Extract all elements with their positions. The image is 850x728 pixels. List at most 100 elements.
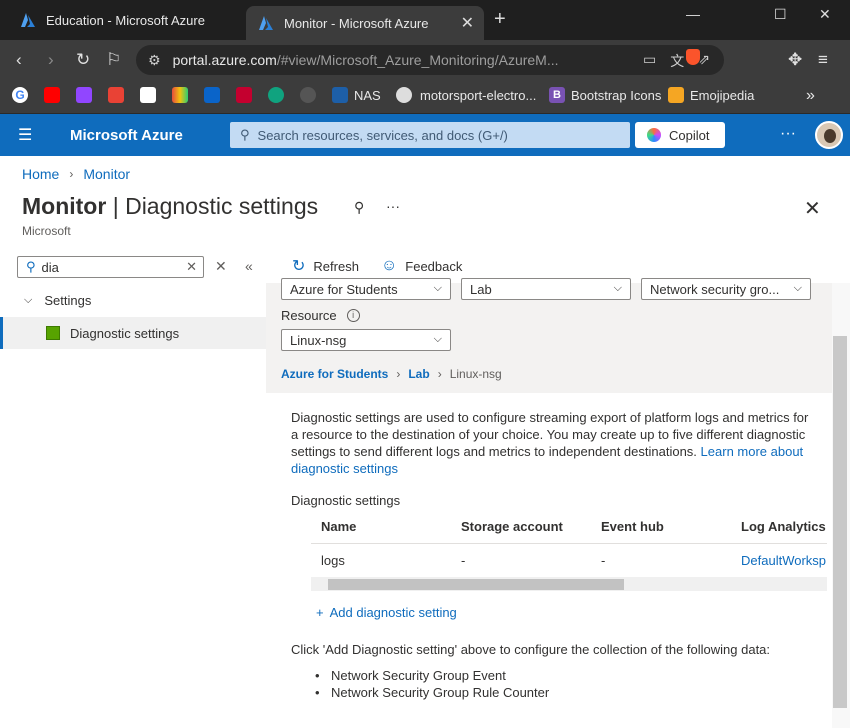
portal-menu-icon[interactable]: ☰ — [18, 125, 32, 145]
search-placeholder: Search resources, services, and docs (G+… — [257, 127, 508, 143]
menu-search-input[interactable]: ⚲ dia ✕ — [17, 256, 204, 278]
chevron-down-icon: ⌵ — [793, 282, 802, 294]
diagnostic-settings-icon — [46, 326, 60, 340]
bootstrap-bookmark[interactable]: B Bootstrap Icons — [549, 87, 661, 103]
dsm-icon — [332, 87, 348, 103]
subscription-dropdown[interactable]: Azure for Students ⌵ — [281, 278, 451, 300]
column-header-name[interactable]: Name — [321, 510, 356, 543]
chevron-down-icon: ⌵ — [24, 294, 33, 306]
breadcrumb-monitor[interactable]: Monitor — [83, 166, 130, 182]
twitch-icon[interactable] — [76, 87, 92, 103]
youtube-icon[interactable] — [44, 87, 60, 103]
github-icon[interactable] — [300, 87, 316, 103]
plus-icon: + — [316, 605, 324, 620]
emojipedia-icon — [668, 87, 684, 103]
menu-icon[interactable]: ≡ — [818, 50, 828, 70]
globe-icon — [396, 87, 412, 103]
global-search-input[interactable]: ⚲ Search resources, services, and docs (… — [230, 122, 630, 148]
chevron-down-icon: ⌵ — [433, 333, 442, 345]
chatgpt-icon[interactable] — [268, 87, 284, 103]
bookmark-red-icon[interactable] — [108, 87, 124, 103]
outlook-icon[interactable] — [204, 87, 220, 103]
clear-search-icon[interactable]: ✕ — [186, 259, 197, 275]
chevron-down-icon: ⌵ — [433, 282, 442, 294]
translate-icon[interactable]: 文 — [670, 51, 684, 71]
copilot-button[interactable]: Copilot — [635, 122, 725, 148]
google-icon[interactable]: G — [12, 87, 28, 103]
nas-bookmark[interactable]: NAS — [332, 87, 381, 103]
breadcrumb-home[interactable]: Home — [22, 166, 59, 182]
path-subscription-link[interactable]: Azure for Students — [281, 367, 388, 381]
back-icon[interactable]: ‹ — [16, 50, 22, 70]
column-header-eventhub[interactable]: Event hub — [601, 510, 664, 543]
close-tab-icon[interactable]: ✕ — [461, 13, 474, 33]
column-header-loganalytics[interactable]: Log Analytics w — [741, 510, 827, 543]
horizontal-scroll-thumb[interactable] — [328, 579, 624, 590]
tab-monitor[interactable]: Monitor - Microsoft Azure ✕ — [246, 6, 484, 40]
resource-group-dropdown[interactable]: Lab ⌵ — [461, 278, 631, 300]
vertical-scroll-thumb[interactable] — [833, 336, 847, 708]
menu-item-diagnostic-settings[interactable]: Diagnostic settings — [0, 317, 266, 349]
collapse-menu-icon[interactable]: « — [245, 258, 253, 274]
column-header-storage[interactable]: Storage account — [461, 510, 563, 543]
bookmark-icon[interactable]: ⚐ — [106, 50, 121, 70]
cast-icon[interactable]: ▭ — [643, 51, 656, 71]
tab-title: Education - Microsoft Azure — [46, 12, 205, 28]
bookmark-multi-icon[interactable] — [172, 87, 188, 103]
emojipedia-bookmark[interactable]: Emojipedia — [668, 87, 754, 103]
refresh-icon: ↻ — [292, 258, 306, 275]
menu-search-value: dia — [41, 259, 59, 275]
resource-path: Azure for Students › Lab › Linux-nsg — [281, 367, 502, 381]
more-options-icon[interactable]: ··· — [386, 198, 400, 214]
refresh-button[interactable]: ↻ Refresh — [292, 256, 359, 276]
motorsport-bookmark[interactable]: motorsport-electro... — [396, 87, 536, 103]
menu-group-settings[interactable]: ⌵ Settings — [24, 293, 91, 308]
azure-top-bar: ☰ Microsoft Azure ⚲ Search resources, se… — [0, 114, 850, 156]
feedback-button[interactable]: ☺ Feedback — [381, 256, 462, 276]
table-row-eventhub: - — [601, 553, 606, 568]
forward-icon[interactable]: › — [48, 50, 54, 70]
minimize-icon[interactable]: — — [686, 6, 700, 22]
add-diagnostic-setting-link[interactable]: + Add diagnostic setting — [316, 605, 457, 620]
close-window-icon[interactable]: ✕ — [819, 6, 831, 23]
browser-tab-strip: Education - Microsoft Azure Monitor - Mi… — [0, 0, 850, 40]
settings-more-icon[interactable]: ··· — [780, 125, 796, 143]
reload-icon[interactable]: ↻ — [76, 50, 90, 70]
page-title: Monitor | Diagnostic settings — [22, 193, 319, 219]
site-info-icon[interactable]: ⚙ — [148, 52, 161, 69]
breadcrumb: Home › Monitor — [22, 166, 130, 182]
azure-logo-icon — [21, 13, 35, 27]
table-row-name: logs — [321, 553, 345, 568]
list-item: Network Security Group Rule Counter — [315, 684, 549, 701]
description-text: Diagnostic settings are used to configur… — [291, 410, 809, 476]
close-icon[interactable]: ✕ — [215, 258, 227, 275]
chevron-down-icon: ⌵ — [613, 282, 622, 294]
maximize-icon[interactable]: ☐ — [774, 6, 787, 23]
pin-icon[interactable]: ⚲ — [354, 199, 364, 216]
share-icon[interactable]: ⇗ — [698, 51, 710, 71]
path-resource: Linux-nsg — [449, 367, 502, 381]
amazon-icon[interactable] — [140, 87, 156, 103]
brave-shield-icon[interactable] — [686, 49, 700, 70]
extensions-icon[interactable]: ✥ — [788, 50, 802, 70]
close-blade-icon[interactable]: ✕ — [804, 196, 821, 221]
tab-title: Monitor - Microsoft Azure — [284, 15, 429, 31]
tab-education[interactable]: Education - Microsoft Azure — [8, 4, 244, 36]
resource-dropdown[interactable]: Linux-nsg ⌵ — [281, 329, 451, 351]
resource-type-dropdown[interactable]: Network security gro... ⌵ — [641, 278, 811, 300]
new-tab-icon[interactable]: + — [494, 8, 506, 31]
azure-brand[interactable]: Microsoft Azure — [70, 127, 183, 144]
more-bookmarks-icon[interactable]: » — [806, 87, 815, 105]
bootstrap-icon: B — [549, 87, 565, 103]
bookmark-h-icon[interactable] — [236, 87, 252, 103]
table-row-storage: - — [461, 553, 466, 568]
resource-label: Resource i — [281, 308, 360, 323]
table-row-loganalytics-link[interactable]: DefaultWorksp — [741, 544, 827, 577]
avatar[interactable] — [815, 121, 843, 149]
chevron-right-icon: › — [437, 367, 442, 381]
path-resource-group-link[interactable]: Lab — [408, 367, 429, 381]
info-icon[interactable]: i — [346, 309, 360, 322]
url-field[interactable]: ⚙ portal.azure.com /#view/Microsoft_Azur… — [136, 45, 724, 75]
data-collection-list: Network Security Group Event Network Sec… — [315, 667, 549, 701]
url-path: /#view/Microsoft_Azure_Monitoring/AzureM… — [276, 52, 559, 68]
